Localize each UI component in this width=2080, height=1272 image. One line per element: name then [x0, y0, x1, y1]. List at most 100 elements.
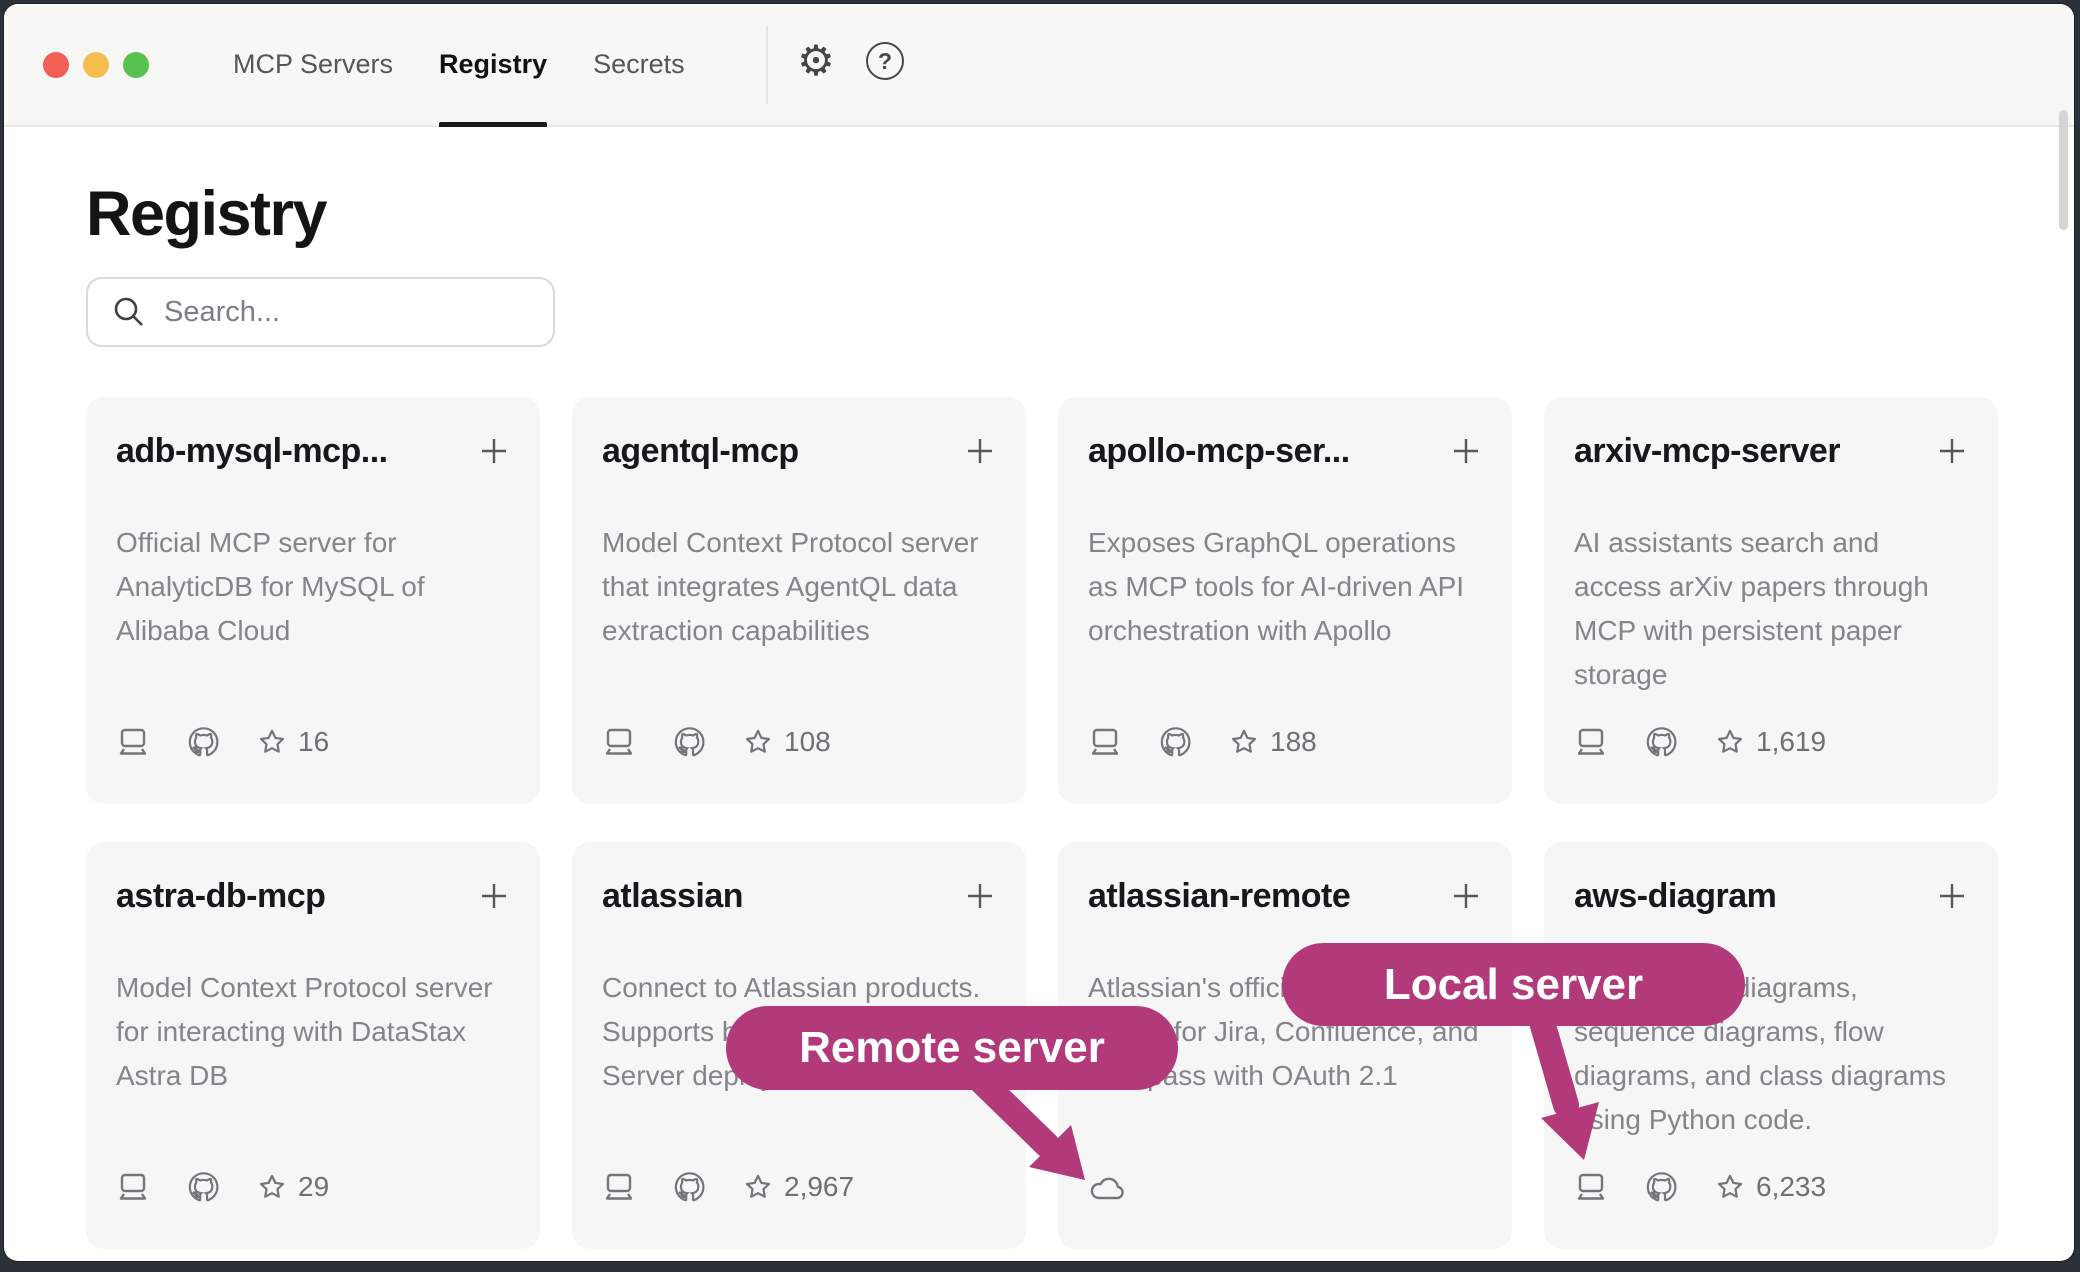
card-footer: 6,233 — [1574, 1171, 1826, 1203]
star-count: 108 — [784, 726, 831, 758]
star-count: 6,233 — [1756, 1171, 1826, 1203]
plus-icon — [1450, 435, 1482, 467]
laptop-icon — [1574, 727, 1608, 757]
server-card[interactable]: adb-mysql-mcp... Official MCP server for… — [86, 397, 540, 804]
server-card[interactable]: arxiv-mcp-server AI assistants search an… — [1544, 397, 1998, 804]
github-icon — [674, 1172, 706, 1203]
star-count: 29 — [298, 1171, 329, 1203]
card-footer: 29 — [116, 1171, 329, 1203]
star-icon — [258, 1173, 286, 1201]
tab-registry[interactable]: Registry — [439, 4, 547, 125]
laptop-icon — [116, 1172, 150, 1202]
plus-icon — [964, 435, 996, 467]
github-icon — [1646, 727, 1678, 758]
star-icon — [744, 1173, 772, 1201]
traffic-light-zoom[interactable] — [123, 52, 149, 78]
tab-mcp-servers[interactable]: MCP Servers — [233, 4, 393, 125]
star-icon — [1230, 728, 1258, 756]
registry-grid: adb-mysql-mcp... Official MCP server for… — [86, 397, 1998, 1249]
search-icon — [112, 295, 146, 329]
plus-icon — [1450, 880, 1482, 912]
star-group: 29 — [258, 1171, 329, 1203]
add-server-button[interactable] — [956, 431, 996, 467]
server-name: atlassian-remote — [1088, 876, 1350, 916]
github-icon — [188, 727, 220, 758]
tab-secrets[interactable]: Secrets — [593, 4, 685, 125]
server-card[interactable]: astra-db-mcp Model Context Protocol serv… — [86, 842, 540, 1249]
tab-bar: MCP Servers Registry Secrets — [233, 4, 685, 125]
plus-icon — [964, 880, 996, 912]
github-icon — [674, 727, 706, 758]
github-icon — [188, 1172, 220, 1203]
server-name: agentql-mcp — [602, 431, 799, 471]
star-icon — [1716, 1173, 1744, 1201]
card-footer: 108 — [602, 726, 831, 758]
server-name: aws-diagram — [1574, 876, 1776, 916]
card-footer — [1088, 1173, 1126, 1203]
star-count: 2,967 — [784, 1171, 854, 1203]
laptop-icon — [1574, 1172, 1608, 1202]
server-description: Official MCP server for AnalyticDB for M… — [116, 521, 514, 653]
server-name: arxiv-mcp-server — [1574, 431, 1840, 471]
annotation-remote-server: Remote server — [726, 1006, 1178, 1090]
add-server-button[interactable] — [470, 431, 510, 467]
star-count: 1,619 — [1756, 726, 1826, 758]
server-description: Model Context Protocol server that integ… — [602, 521, 1000, 653]
card-footer: 16 — [116, 726, 329, 758]
add-server-button[interactable] — [1442, 876, 1482, 912]
laptop-icon — [116, 727, 150, 757]
traffic-light-close[interactable] — [43, 52, 69, 78]
star-group: 188 — [1230, 726, 1317, 758]
server-name: astra-db-mcp — [116, 876, 325, 916]
help-button[interactable]: ? — [859, 35, 911, 87]
add-server-button[interactable] — [470, 876, 510, 912]
traffic-light-minimize[interactable] — [83, 52, 109, 78]
gear-icon: ⚙ — [797, 40, 835, 82]
topbar: MCP Servers Registry Secrets ⚙ ? — [4, 4, 2074, 127]
server-name: apollo-mcp-ser... — [1088, 431, 1350, 471]
server-card[interactable]: agentql-mcp Model Context Protocol serve… — [572, 397, 1026, 804]
annotation-local-server: Local server — [1282, 943, 1745, 1026]
topbar-divider — [766, 26, 768, 104]
traffic-lights — [43, 52, 149, 78]
server-description: Model Context Protocol server for intera… — [116, 966, 514, 1098]
server-description: Exposes GraphQL operations as MCP tools … — [1088, 521, 1486, 653]
scrollbar-thumb[interactable] — [2059, 110, 2068, 230]
card-footer: 1,619 — [1574, 726, 1826, 758]
star-group: 16 — [258, 726, 329, 758]
card-footer: 2,967 — [602, 1171, 854, 1203]
search-input[interactable] — [164, 296, 553, 329]
laptop-icon — [1088, 727, 1122, 757]
page-title: Registry — [86, 127, 1998, 257]
add-server-button[interactable] — [956, 876, 996, 912]
help-icon: ? — [866, 42, 904, 80]
laptop-icon — [602, 727, 636, 757]
star-group: 6,233 — [1716, 1171, 1826, 1203]
star-icon — [258, 728, 286, 756]
laptop-icon — [602, 1172, 636, 1202]
star-group: 108 — [744, 726, 831, 758]
server-card[interactable]: apollo-mcp-ser... Exposes GraphQL operat… — [1058, 397, 1512, 804]
star-icon — [1716, 728, 1744, 756]
github-icon — [1646, 1172, 1678, 1203]
server-card[interactable]: aws-diagram Create AWS diagrams, sequenc… — [1544, 842, 1998, 1249]
star-group: 2,967 — [744, 1171, 854, 1203]
star-count: 188 — [1270, 726, 1317, 758]
add-server-button[interactable] — [1928, 876, 1968, 912]
star-count: 16 — [298, 726, 329, 758]
add-server-button[interactable] — [1928, 431, 1968, 467]
search-box — [86, 277, 555, 347]
star-group: 1,619 — [1716, 726, 1826, 758]
plus-icon — [478, 880, 510, 912]
server-description: AI assistants search and access arXiv pa… — [1574, 521, 1972, 697]
add-server-button[interactable] — [1442, 431, 1482, 467]
settings-button[interactable]: ⚙ — [790, 35, 842, 87]
cloud-icon — [1088, 1173, 1126, 1203]
card-footer: 188 — [1088, 726, 1317, 758]
server-name: atlassian — [602, 876, 743, 916]
server-name: adb-mysql-mcp... — [116, 431, 388, 471]
plus-icon — [1936, 880, 1968, 912]
plus-icon — [478, 435, 510, 467]
github-icon — [1160, 727, 1192, 758]
plus-icon — [1936, 435, 1968, 467]
